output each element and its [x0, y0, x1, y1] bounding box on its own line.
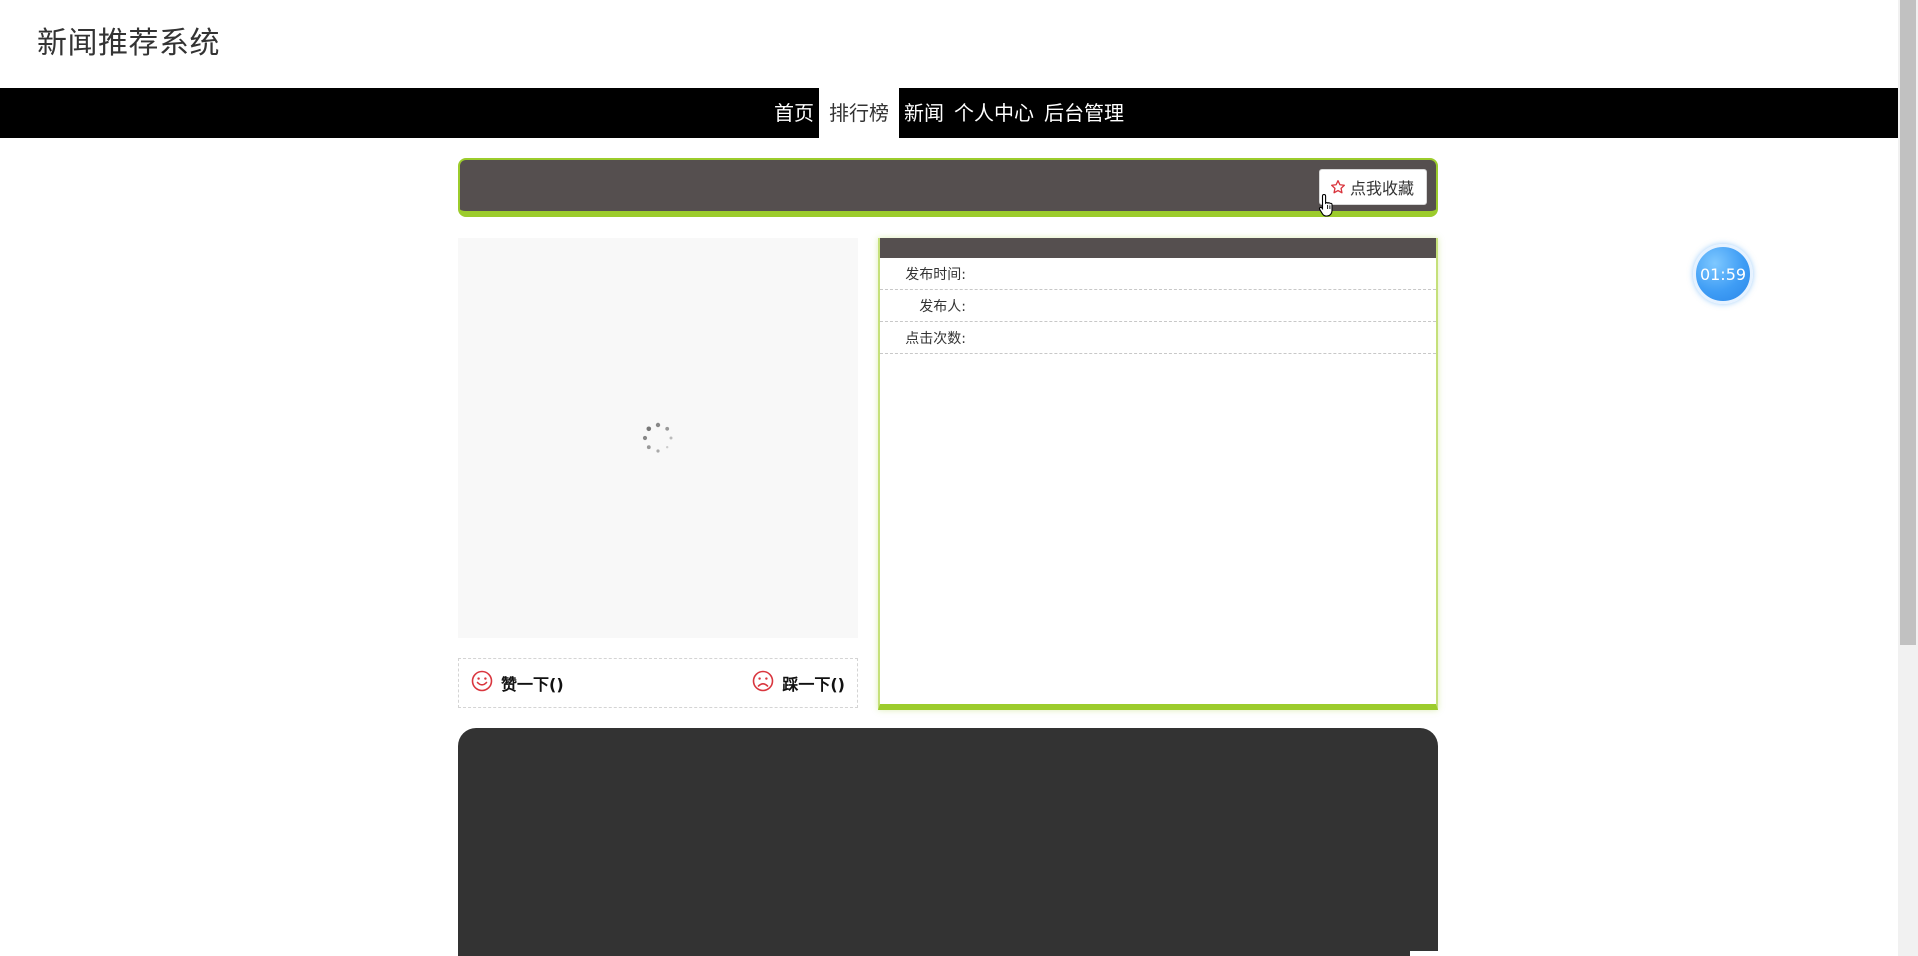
nav-item-user-center[interactable]: 个人中心 [949, 88, 1039, 138]
smile-icon [471, 670, 493, 696]
like-label: 赞一下() [501, 675, 564, 694]
article-image-panel [458, 238, 858, 638]
page-scrollbar[interactable] [1898, 0, 1918, 956]
article-info-panel: 发布时间: 发布人: 点击次数: [878, 238, 1438, 710]
star-outline-icon [1330, 179, 1346, 195]
favorite-button-label: 点我收藏 [1349, 179, 1414, 198]
nav-item-ranking[interactable]: 排行榜 [819, 88, 899, 138]
nav-item-admin[interactable]: 后台管理 [1039, 88, 1129, 138]
publisher-row: 发布人: [880, 290, 1436, 322]
countdown-timer[interactable]: 01:59 [1693, 244, 1753, 304]
publisher-label: 发布人: [919, 298, 966, 315]
article-title-bar: 点我收藏 [458, 158, 1438, 217]
dislike-button[interactable]: 踩一下() [752, 670, 845, 696]
content-panel [458, 728, 1438, 956]
nav-item-news[interactable]: 新闻 [899, 88, 949, 138]
info-panel-header [880, 238, 1436, 258]
publish-time-row: 发布时间: [880, 258, 1436, 290]
corner-tab [1410, 951, 1450, 956]
like-button[interactable]: 赞一下() [471, 670, 564, 696]
scrollbar-thumb[interactable] [1900, 0, 1916, 645]
clicks-row: 点击次数: [880, 322, 1436, 354]
frown-icon [752, 670, 774, 696]
favorite-button[interactable]: 点我收藏 [1318, 169, 1427, 205]
vote-bar: 赞一下() 踩一下() [458, 658, 858, 708]
clicks-label: 点击次数: [905, 330, 966, 347]
publish-time-label: 发布时间: [905, 266, 966, 283]
site-title: 新闻推荐系统 [37, 26, 220, 61]
spinner-icon [640, 420, 676, 460]
main-nav: 首页 排行榜 新闻 个人中心 后台管理 [0, 88, 1898, 138]
nav-item-home[interactable]: 首页 [769, 88, 819, 138]
dislike-label: 踩一下() [782, 675, 845, 694]
page: 新闻推荐系统 首页 排行榜 新闻 个人中心 后台管理 点我收藏 赞一下() 踩一… [0, 0, 1898, 956]
